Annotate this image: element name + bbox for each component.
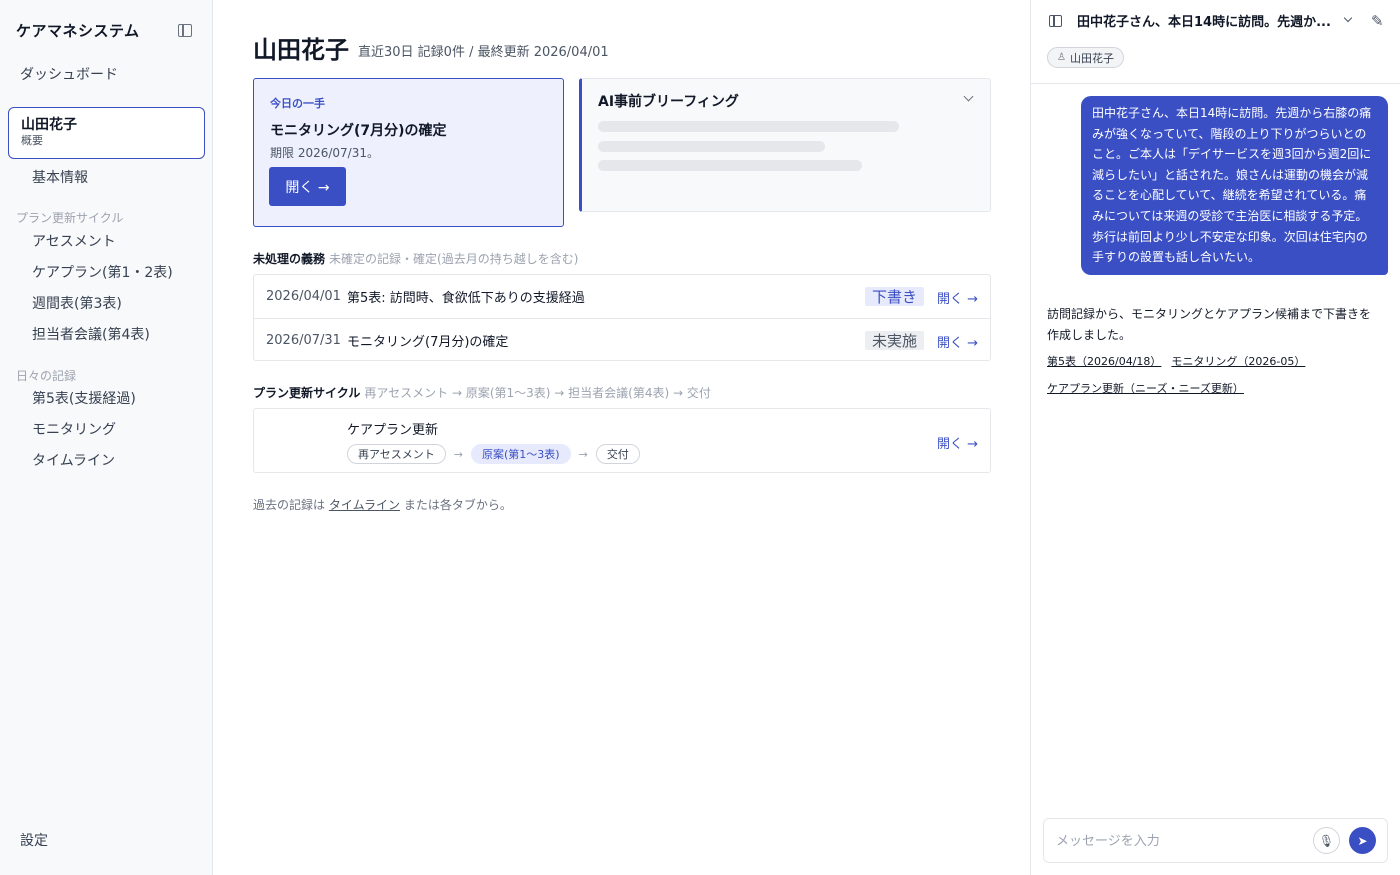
cycle-section-hint: 再アセスメント → 原案(第1〜3表) → 担当者会議(第4表) → 交付 xyxy=(364,386,711,400)
duties-list: 2026/04/01 第5表: 訪問時、食欲低下ありの支援経過 下書き 開く →… xyxy=(253,274,991,361)
today-open-button[interactable]: 開く → xyxy=(269,167,346,206)
mic-button[interactable]: 🎙 xyxy=(1313,827,1340,854)
sidebar-item-staff-meeting[interactable]: 担当者会議(第4表) xyxy=(32,324,150,344)
link-careplan-update[interactable]: ケアプラン更新（ニーズ・ニーズ更新） xyxy=(1047,382,1244,395)
duties-section-label: 未処理の義務 未確定の記録・確定(過去月の持ち越しを含む) xyxy=(253,250,578,267)
assistant-message: 訪問記録から、モニタリングとケアプラン候補まで下書きを作成しました。 xyxy=(1047,307,1372,342)
status-badge: 下書き xyxy=(864,287,924,306)
cycle-open-link[interactable]: 開く → xyxy=(937,433,978,452)
chevron-down-icon[interactable] xyxy=(1343,13,1353,23)
sidebar-item-basic-info[interactable]: 基本情報 xyxy=(32,167,88,187)
sidebar-item-assessment[interactable]: アセスメント xyxy=(32,231,116,251)
message-composer: 🎙 ➤ xyxy=(1043,818,1388,863)
cycle-section-label: プラン更新サイクル 再アセスメント → 原案(第1〜3表) → 担当者会議(第4表… xyxy=(253,384,711,401)
duties-section-hint: 未確定の記録・確定(過去月の持ち越しを含む) xyxy=(329,252,579,266)
panel-toggle-icon[interactable] xyxy=(1049,15,1062,27)
app-title: ケアマネシステム xyxy=(16,21,140,40)
assistant-links: 第5表（2026/04/18） モニタリング（2026-05） ケアプラン更新（ニ… xyxy=(1047,348,1377,402)
sidebar-section-plan-cycle: プラン更新サイクル xyxy=(16,211,124,225)
chat-panel: 田中花子さん、本日14時に訪問。先週か... ✎ ♙ 山田花子 田中花子さん、本… xyxy=(1031,0,1400,875)
arrow-right-icon: → xyxy=(453,447,463,461)
link-monitoring[interactable]: モニタリング（2026-05） xyxy=(1171,355,1305,368)
duty-text: モニタリング(7月分)の確定 xyxy=(347,334,509,350)
sidebar-item-weekly-table[interactable]: 週間表(第3表) xyxy=(32,293,122,313)
ai-briefing-card[interactable]: AI事前ブリーフィング xyxy=(579,78,991,212)
today-action-label: 今日の一手 xyxy=(270,97,325,110)
patient-name: 山田花子 xyxy=(21,117,77,133)
skeleton-line xyxy=(598,160,862,171)
footer-suffix: または各タブから。 xyxy=(403,498,512,512)
ai-briefing-title: AI事前ブリーフィング xyxy=(598,94,739,110)
cycle-title: ケアプラン更新 xyxy=(347,423,439,438)
today-action-deadline: 期限 2026/07/31。 xyxy=(270,146,379,160)
patient-overview-label: 概要 xyxy=(21,134,43,147)
skeleton-line xyxy=(598,141,825,152)
sidebar-toggle-icon[interactable] xyxy=(178,23,192,37)
arrow-right-icon: → xyxy=(578,447,588,461)
duty-row: 2026/04/01 第5表: 訪問時、食欲低下ありの支援経過 下書き 開く → xyxy=(254,275,990,318)
sidebar-item-patient-overview[interactable]: 山田花子 概要 xyxy=(8,107,205,159)
sidebar-item-careplan[interactable]: ケアプラン(第1・2表) xyxy=(32,262,173,282)
cycle-step-delivery: 交付 xyxy=(595,444,640,464)
cycle-section-title: プラン更新サイクル xyxy=(253,386,361,400)
sidebar-item-support-record[interactable]: 第5表(支援経過) xyxy=(32,388,136,408)
sidebar-item-timeline[interactable]: タイムライン xyxy=(32,450,115,470)
duty-text: 第5表: 訪問時、食欲低下ありの支援経過 xyxy=(347,291,585,306)
duty-date: 2026/04/01 xyxy=(266,289,341,304)
today-action-title: モニタリング(7月分)の確定 xyxy=(270,123,447,139)
link-support-record[interactable]: 第5表（2026/04/18） xyxy=(1047,355,1161,368)
page-meta: 直近30日 記録0件 / 最終更新 2026/04/01 xyxy=(358,45,609,60)
send-icon: ➤ xyxy=(1357,833,1368,848)
today-action-card: 今日の一手 モニタリング(7月分)の確定 期限 2026/07/31。 開く → xyxy=(253,78,564,227)
duty-row: 2026/07/31 モニタリング(7月分)の確定 未実施 開く → xyxy=(254,318,990,361)
sidebar-section-daily-records: 日々の記録 xyxy=(16,369,77,383)
user-message: 田中花子さん、本日14時に訪問。先週から右膝の痛みが強くなっていて、階段の上り下… xyxy=(1081,96,1388,275)
sidebar-item-dashboard[interactable]: ダッシュボード xyxy=(20,64,118,84)
sidebar-header: ケアマネシステム xyxy=(0,0,212,40)
patient-chip-label: 山田花子 xyxy=(1069,51,1114,65)
cycle-step-draft: 原案(第1〜3表) xyxy=(471,444,571,464)
cycle-step-reassessment: 再アセスメント xyxy=(347,444,446,464)
duties-section-title: 未処理の義務 xyxy=(253,252,326,266)
status-badge: 未実施 xyxy=(864,331,924,350)
message-input[interactable] xyxy=(1056,831,1306,851)
app-root: ケアマネシステム ダッシュボード 山田花子 概要 基本情報 プラン更新サイクル … xyxy=(0,0,1400,875)
chat-title[interactable]: 田中花子さん、本日14時に訪問。先週か... xyxy=(1077,11,1339,30)
microphone-icon: 🎙 xyxy=(1318,833,1335,848)
footer-prefix: 過去の記録は xyxy=(253,498,326,512)
chat-header: 田中花子さん、本日14時に訪問。先週か... ✎ ♙ 山田花子 xyxy=(1031,0,1400,84)
cycle-steps: 再アセスメント → 原案(第1〜3表) → 交付 xyxy=(347,444,640,464)
skeleton-line xyxy=(598,121,899,132)
sidebar: ケアマネシステム ダッシュボード 山田花子 概要 基本情報 プラン更新サイクル … xyxy=(0,0,213,875)
sidebar-item-monitoring[interactable]: モニタリング xyxy=(32,419,116,439)
footer-timeline-link[interactable]: タイムライン xyxy=(329,498,400,512)
duty-date: 2026/07/31 xyxy=(266,332,341,348)
page-title: 山田花子 xyxy=(253,36,349,64)
plan-cycle-card: ケアプラン更新 再アセスメント → 原案(第1〜3表) → 交付 開く → xyxy=(253,408,991,473)
duty-open-link[interactable]: 開く → xyxy=(937,332,978,351)
sidebar-item-settings[interactable]: 設定 xyxy=(20,830,48,850)
main-content: 山田花子 直近30日 記録0件 / 最終更新 2026/04/01 今日の一手 … xyxy=(213,0,1031,875)
patient-chip[interactable]: ♙ 山田花子 xyxy=(1047,47,1124,68)
send-button[interactable]: ➤ xyxy=(1349,827,1376,854)
edit-icon[interactable]: ✎ xyxy=(1371,12,1384,30)
footer-note: 過去の記録は タイムライン または各タブから。 xyxy=(253,496,512,513)
duty-open-link[interactable]: 開く → xyxy=(937,288,978,307)
person-icon: ♙ xyxy=(1057,52,1066,63)
